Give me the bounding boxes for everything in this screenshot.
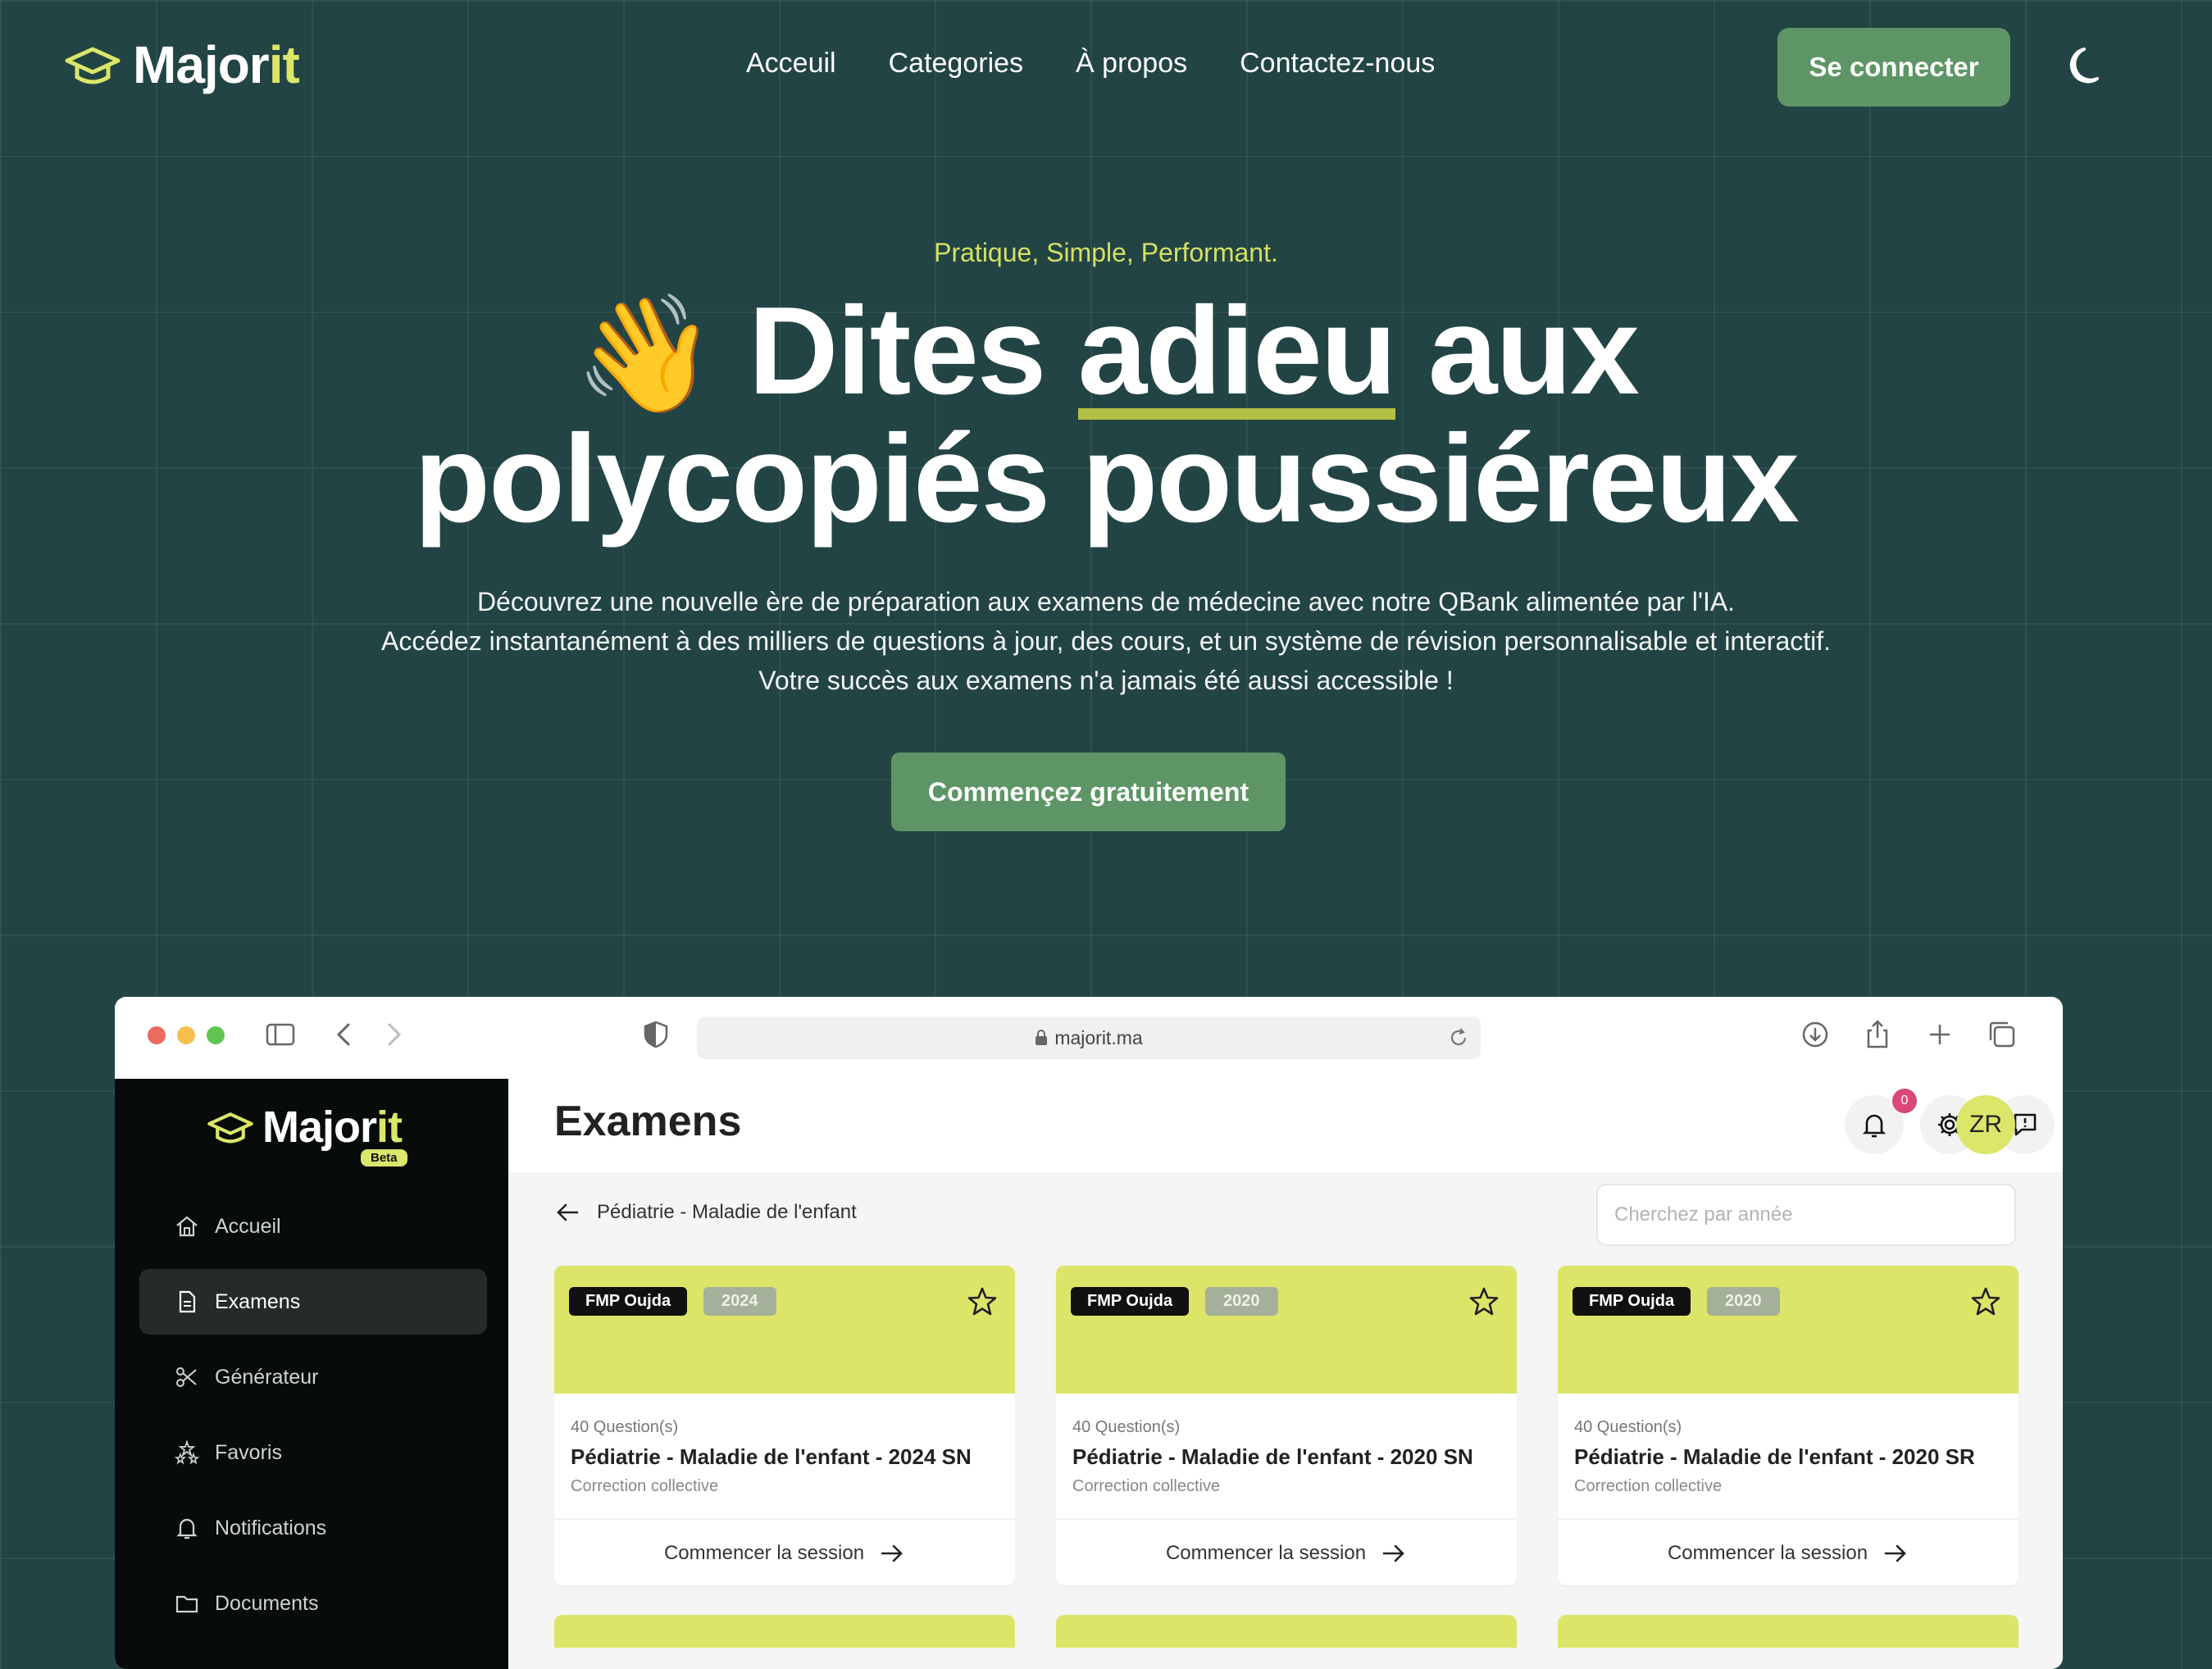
graduation-cap-icon [207, 1112, 253, 1144]
app-logo[interactable]: Majorit [207, 1102, 403, 1153]
url-text: majorit.ma [1054, 1026, 1143, 1048]
exam-subtitle: Correction collective [1574, 1477, 1723, 1495]
sidebar-item-documents[interactable]: Documents [139, 1571, 487, 1636]
year-tag: 2024 [703, 1287, 776, 1316]
new-tab-icon[interactable] [1923, 1018, 1956, 1051]
exam-card-next-row [1056, 1615, 1517, 1648]
question-count: 40 Question(s) [1072, 1418, 1181, 1436]
hero-headline: 👋 Dites adieu aux polycopiés poussiéreux [414, 281, 1800, 548]
exam-card-next-row [1558, 1615, 2019, 1648]
question-count: 40 Question(s) [1574, 1418, 1682, 1436]
bell-icon [1862, 1114, 1887, 1138]
app-main: Examens 0 ZR Pédiatrie - Maladie de l'en… [508, 1079, 2063, 1669]
year-tag: 2020 [1707, 1287, 1780, 1316]
exam-subtitle: Correction collective [571, 1477, 719, 1495]
star-icon[interactable] [966, 1285, 999, 1318]
beta-badge: Beta [361, 1149, 407, 1166]
share-icon[interactable] [1861, 1018, 1894, 1051]
exam-title: Pédiatrie - Maladie de l'enfant - 2020 S… [1574, 1444, 1975, 1469]
page-title: Examens [554, 1098, 742, 1145]
hero-description: Découvrez une nouvelle ère de préparatio… [380, 587, 1832, 695]
stars-icon [174, 1439, 200, 1465]
bell-icon [176, 1518, 198, 1539]
login-button[interactable]: Se connecter [1777, 28, 2010, 107]
brand-logo[interactable]: Majorit [64, 34, 300, 95]
graduation-cap-icon [65, 47, 121, 84]
card-header: FMP Oujda 2020 [1056, 1266, 1517, 1394]
reload-icon[interactable] [1448, 1027, 1469, 1048]
moon-icon[interactable] [2064, 43, 2110, 89]
card-header: FMP Oujda 2020 [1558, 1266, 2019, 1394]
notification-count-badge: 0 [1892, 1089, 1917, 1113]
exam-card[interactable]: FMP Oujda 2024 40 Question(s) Pédiatrie … [554, 1266, 1015, 1585]
minimize-window-dot[interactable] [177, 1026, 195, 1044]
arrow-right-icon [881, 1544, 903, 1562]
app-header: Examens 0 ZR [508, 1079, 2063, 1172]
school-tag: FMP Oujda [569, 1287, 688, 1316]
sidebar-item-generateur[interactable]: Générateur [139, 1344, 487, 1410]
sidebar-toggle-icon[interactable] [264, 1018, 297, 1051]
exam-subtitle: Correction collective [1072, 1477, 1221, 1495]
star-icon[interactable] [1969, 1285, 2002, 1318]
browser-window: majorit.ma Majorit Beta Accueil Examens … [115, 997, 2063, 1669]
app-sidebar: Majorit Beta Accueil Examens Générateur … [115, 1079, 508, 1669]
folder-icon [175, 1595, 198, 1613]
app-logo-text: Majorit [262, 1103, 403, 1152]
sidebar-item-accueil[interactable]: Accueil [139, 1194, 487, 1259]
brand-name: Majorit [133, 35, 300, 94]
year-search-input[interactable] [1596, 1184, 2016, 1246]
school-tag: FMP Oujda [1573, 1287, 1691, 1316]
question-count: 40 Question(s) [571, 1418, 679, 1436]
document-icon [179, 1290, 196, 1313]
breadcrumb[interactable]: Pédiatrie - Maladie de l'enfant [554, 1198, 857, 1226]
close-window-dot[interactable] [148, 1026, 166, 1044]
sidebar-item-examens[interactable]: Examens [139, 1269, 487, 1335]
exam-card-next-row [554, 1615, 1015, 1648]
card-header: FMP Oujda 2024 [554, 1266, 1015, 1394]
forward-icon[interactable] [377, 1018, 410, 1051]
arrow-right-icon [1382, 1544, 1404, 1562]
start-free-button[interactable]: Commençez gratuitement [891, 753, 1286, 831]
nav-item-acceuil[interactable]: Acceuil [746, 48, 836, 80]
breadcrumb-label: Pédiatrie - Maladie de l'enfant [597, 1201, 857, 1223]
hero-tagline: Pratique, Simple, Performant. [934, 238, 1278, 267]
browser-toolbar: majorit.ma [115, 997, 2063, 1080]
exam-title: Pédiatrie - Maladie de l'enfant - 2024 S… [571, 1444, 972, 1469]
waving-hand-icon: 👋 [574, 289, 717, 418]
nav-item-categories[interactable]: Categories [889, 48, 1023, 80]
main-nav: Acceuil Categories À propos Contactez-no… [746, 48, 1435, 80]
arrow-left-icon[interactable] [554, 1198, 582, 1226]
scissors-icon [176, 1367, 197, 1387]
year-tag: 2020 [1205, 1287, 1278, 1316]
sidebar-item-notifications[interactable]: Notifications [139, 1495, 487, 1561]
tabs-overview-icon[interactable] [1986, 1018, 2019, 1051]
lock-icon [1035, 1030, 1048, 1045]
start-session-button[interactable]: Commencer la session [554, 1518, 1015, 1585]
nav-item-contact[interactable]: Contactez-nous [1240, 48, 1435, 80]
address-bar[interactable]: majorit.ma [697, 1016, 1481, 1059]
exam-title: Pédiatrie - Maladie de l'enfant - 2020 S… [1072, 1444, 1473, 1469]
user-avatar[interactable]: ZR [1956, 1095, 2015, 1154]
arrow-right-icon [1884, 1544, 1906, 1562]
shield-icon[interactable] [639, 1018, 672, 1051]
nav-item-a-propos[interactable]: À propos [1076, 48, 1187, 80]
star-icon[interactable] [1468, 1285, 1500, 1318]
back-icon[interactable] [328, 1018, 361, 1051]
maximize-window-dot[interactable] [207, 1026, 225, 1044]
highlighted-word: adieu [1077, 281, 1397, 421]
home-icon [176, 1216, 198, 1237]
exam-card[interactable]: FMP Oujda 2020 40 Question(s) Pédiatrie … [1056, 1266, 1517, 1585]
sidebar-item-favoris[interactable]: Favoris [139, 1420, 487, 1485]
start-session-button[interactable]: Commencer la session [1056, 1518, 1517, 1585]
exam-card[interactable]: FMP Oujda 2020 40 Question(s) Pédiatrie … [1558, 1266, 2019, 1585]
school-tag: FMP Oujda [1071, 1287, 1190, 1316]
start-session-button[interactable]: Commencer la session [1558, 1518, 2019, 1585]
download-icon[interactable] [1799, 1018, 1832, 1051]
